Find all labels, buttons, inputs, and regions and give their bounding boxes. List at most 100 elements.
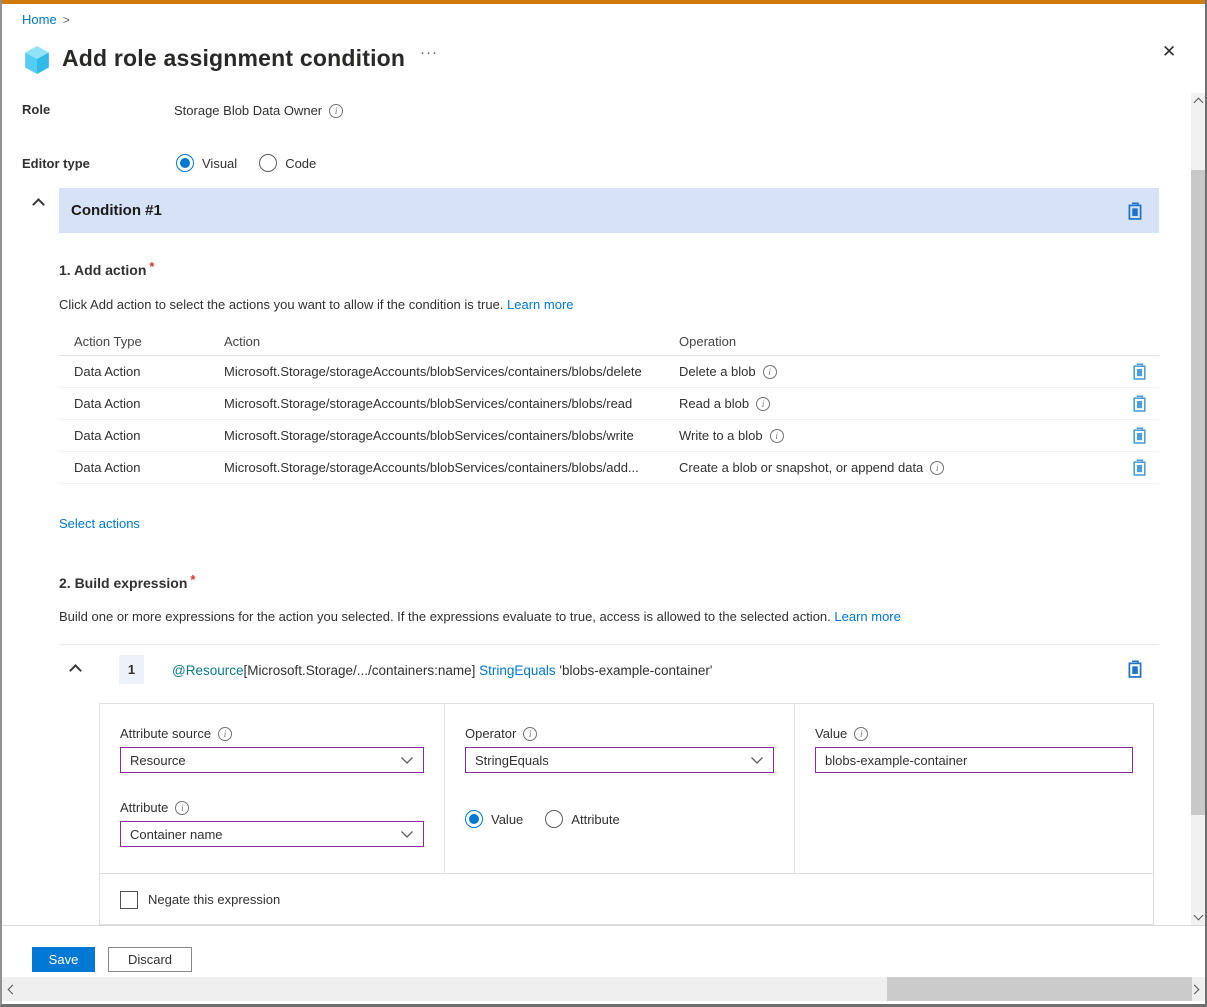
negate-checkbox-label: Negate this expression: [148, 892, 280, 907]
vertical-scrollbar-thumb[interactable]: [1191, 170, 1205, 815]
editor-type-label: Editor type: [22, 156, 90, 171]
delete-condition-icon[interactable]: [1127, 202, 1143, 220]
table-row: Data Action Microsoft.Storage/storageAcc…: [59, 420, 1159, 452]
condition-title: Condition #1: [71, 202, 162, 219]
select-actions-link[interactable]: Select actions: [59, 516, 140, 531]
expression-builder-panel: Attribute source i Resource Attribute i …: [99, 703, 1154, 925]
info-icon[interactable]: i: [763, 365, 777, 379]
negate-checkbox[interactable]: [120, 891, 138, 909]
action-cell: Microsoft.Storage/storageAccounts/blobSe…: [224, 428, 679, 443]
value-kind-radio-group: Value Attribute: [465, 810, 774, 828]
add-action-heading: 1. Add action*: [59, 262, 154, 278]
scroll-down-icon[interactable]: [1193, 911, 1203, 921]
attribute-source-value: Resource: [130, 753, 186, 768]
negate-expression-row: Negate this expression: [100, 873, 1153, 925]
attribute-radio[interactable]: [545, 810, 563, 828]
operation-cell: Create a blob or snapshot, or append dat…: [679, 460, 923, 475]
build-expression-heading: 2. Build expression*: [59, 575, 195, 591]
info-icon[interactable]: i: [329, 104, 343, 118]
operation-cell: Delete a blob: [679, 364, 756, 379]
value-column: Value i: [794, 704, 1153, 873]
table-row: Data Action Microsoft.Storage/storageAcc…: [59, 356, 1159, 388]
expression-value-token: 'blobs-example-container': [559, 663, 712, 678]
delete-action-icon[interactable]: [1132, 395, 1159, 412]
value-radio[interactable]: [465, 810, 483, 828]
build-expression-learn-more-link[interactable]: Learn more: [834, 609, 900, 624]
attribute-value: Container name: [130, 827, 223, 842]
expression-index-badge: 1: [119, 655, 144, 684]
save-button[interactable]: Save: [32, 947, 95, 972]
delete-action-icon[interactable]: [1132, 363, 1159, 380]
breadcrumb-home-link[interactable]: Home: [22, 12, 57, 27]
actions-table-header: Action Type Action Operation: [59, 327, 1159, 356]
info-icon[interactable]: i: [854, 727, 868, 741]
vertical-scrollbar[interactable]: [1191, 93, 1205, 925]
expression-resource-token: @Resource: [172, 663, 243, 678]
page-title: Add role assignment condition: [62, 45, 405, 72]
operator-value: StringEquals: [475, 753, 549, 768]
more-options-icon[interactable]: ···: [420, 44, 438, 61]
attribute-source-label-row: Attribute source i: [120, 726, 424, 741]
code-radio-label: Code: [285, 156, 316, 171]
add-action-description-text: Click Add action to select the actions y…: [59, 297, 503, 312]
discard-button[interactable]: Discard: [108, 947, 192, 972]
info-icon[interactable]: i: [930, 461, 944, 475]
action-cell: Microsoft.Storage/storageAccounts/blobSe…: [224, 460, 679, 475]
delete-action-icon[interactable]: [1132, 427, 1159, 444]
value-input[interactable]: [815, 747, 1133, 773]
breadcrumb: Home >: [22, 12, 70, 27]
role-label: Role: [22, 102, 50, 117]
delete-action-icon[interactable]: [1132, 459, 1159, 476]
expression-divider: [59, 644, 1159, 645]
info-icon[interactable]: i: [523, 727, 537, 741]
operator-column: Operator i StringEquals Value Attribute: [444, 704, 794, 873]
required-asterisk: *: [190, 572, 195, 587]
add-role-assignment-condition-page: Home> Add role assignment condition ··· …: [0, 0, 1207, 1007]
col-operation: Operation: [679, 334, 1119, 349]
expression-collapse-icon[interactable]: [69, 664, 82, 677]
delete-expression-icon[interactable]: [1127, 660, 1143, 678]
footer-bar: Save Discard: [2, 925, 1205, 977]
attribute-radio-label: Attribute: [571, 812, 619, 827]
action-type-cell: Data Action: [59, 396, 224, 411]
expression-path-token: [Microsoft.Storage/.../containers:name]: [243, 663, 475, 678]
expression-operator-token: StringEquals: [479, 663, 556, 678]
code-radio[interactable]: [259, 154, 277, 172]
attribute-source-column: Attribute source i Resource Attribute i …: [100, 704, 444, 873]
add-action-learn-more-link[interactable]: Learn more: [507, 297, 573, 312]
top-accent-bar: [2, 0, 1205, 4]
col-action-type: Action Type: [59, 334, 224, 349]
attribute-source-dropdown[interactable]: Resource: [120, 747, 424, 773]
condition-collapse-icon[interactable]: [32, 198, 45, 211]
chevron-down-icon: [400, 756, 414, 765]
attribute-dropdown[interactable]: Container name: [120, 821, 424, 847]
chevron-down-icon: [750, 756, 764, 765]
condition-header-bar[interactable]: Condition #1: [59, 188, 1159, 233]
table-row: Data Action Microsoft.Storage/storageAcc…: [59, 452, 1159, 484]
breadcrumb-separator-icon: >: [63, 13, 70, 27]
action-type-cell: Data Action: [59, 428, 224, 443]
editor-type-radio-group: Visual Code: [176, 154, 330, 172]
value-label-row: Value i: [815, 726, 1133, 741]
value-label: Value: [815, 726, 847, 741]
horizontal-scrollbar[interactable]: [2, 977, 1205, 1001]
operator-dropdown[interactable]: StringEquals: [465, 747, 774, 773]
action-type-cell: Data Action: [59, 460, 224, 475]
build-expression-description: Build one or more expressions for the ac…: [59, 609, 901, 624]
scroll-up-icon[interactable]: [1193, 98, 1203, 108]
table-row: Data Action Microsoft.Storage/storageAcc…: [59, 388, 1159, 420]
info-icon[interactable]: i: [175, 801, 189, 815]
horizontal-scrollbar-thumb[interactable]: [887, 977, 1192, 1001]
action-cell: Microsoft.Storage/storageAccounts/blobSe…: [224, 364, 679, 379]
attribute-source-label: Attribute source: [120, 726, 211, 741]
add-action-description: Click Add action to select the actions y…: [59, 297, 574, 312]
info-icon[interactable]: i: [770, 429, 784, 443]
visual-radio-label: Visual: [202, 156, 237, 171]
operation-cell: Write to a blob: [679, 428, 763, 443]
attribute-label-row: Attribute i: [120, 800, 424, 815]
visual-radio[interactable]: [176, 154, 194, 172]
close-icon[interactable]: ✕: [1162, 42, 1176, 62]
info-icon[interactable]: i: [756, 397, 770, 411]
scroll-left-icon[interactable]: [8, 984, 18, 994]
info-icon[interactable]: i: [218, 727, 232, 741]
